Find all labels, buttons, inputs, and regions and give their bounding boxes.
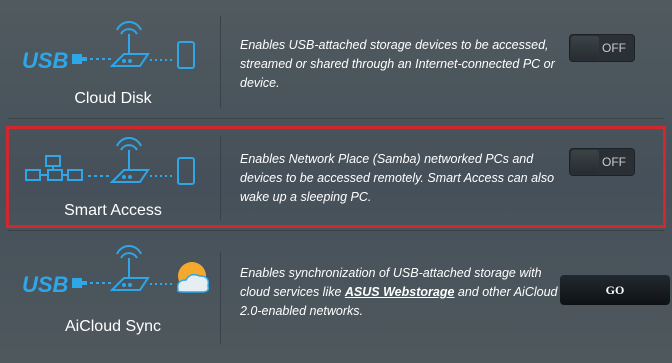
cloud-disk-icon-area: USB Cloud Disk (8, 6, 218, 118)
phone-icon (177, 41, 195, 69)
router-icon (109, 245, 150, 291)
cloud-icon (176, 262, 210, 293)
go-button[interactable]: GO (560, 275, 670, 305)
toggle-label: OFF (602, 41, 626, 55)
aicloud-sync-icon-area: USB AiCloud Sync (8, 242, 218, 354)
router-icon (109, 21, 150, 67)
usb-logo-icon: USB (22, 48, 87, 73)
cloud-disk-toggle[interactable]: OFF (569, 34, 635, 62)
feature-row-cloud-disk: USB Cloud Disk Enables USB-attached stor… (8, 6, 664, 119)
svg-text:USB: USB (22, 272, 69, 297)
row-divider (220, 16, 221, 108)
feature-description: Enables USB-attached storage devices to … (240, 38, 555, 90)
highlight-box (6, 126, 666, 228)
feature-description: Enables synchronization of USB-attached … (240, 264, 560, 321)
row-divider (220, 252, 221, 344)
feature-title: Cloud Disk (74, 90, 152, 107)
feature-panel: USB Cloud Disk Enables USB-attached stor… (0, 0, 672, 363)
usb-logo-icon: USB (22, 272, 87, 297)
asus-webstorage-link[interactable]: ASUS Webstorage (345, 285, 455, 299)
svg-text:USB: USB (22, 48, 69, 73)
feature-title: AiCloud Sync (64, 318, 162, 335)
feature-row-aicloud-sync: USB AiCloud Sync Enables synchronization… (8, 242, 670, 354)
toggle-knob[interactable] (571, 36, 599, 60)
